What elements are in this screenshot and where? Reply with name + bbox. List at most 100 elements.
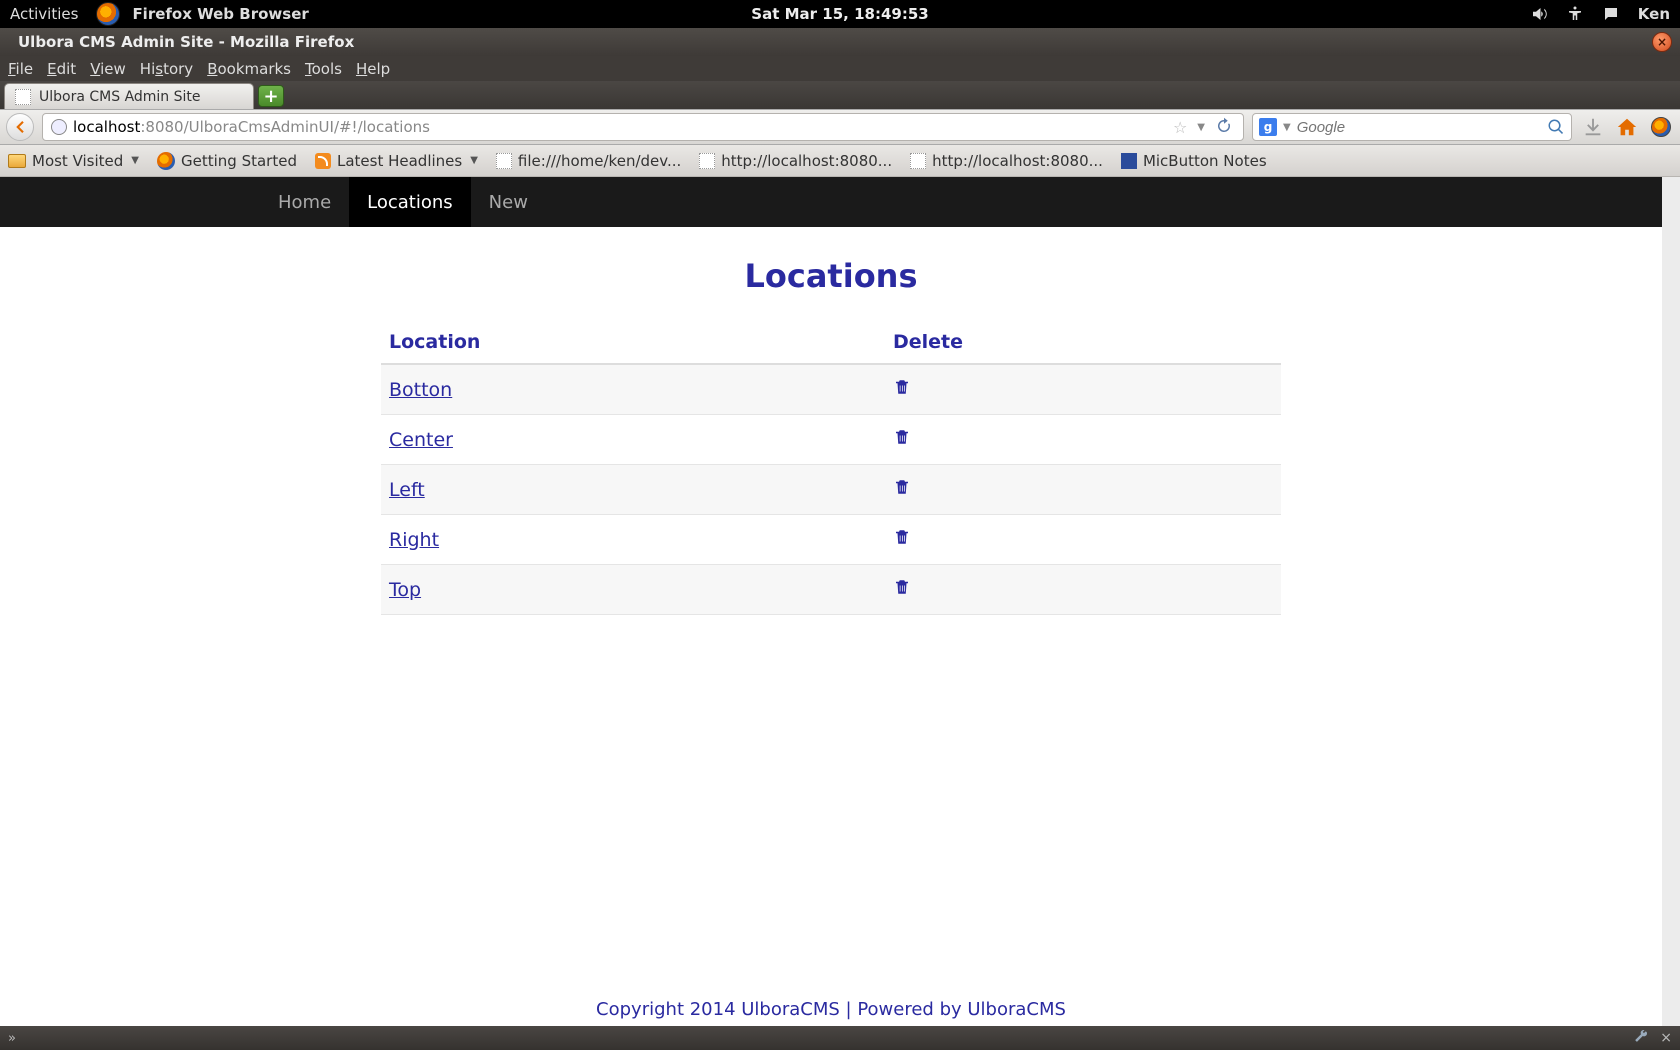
location-link[interactable]: Left xyxy=(389,479,425,501)
clock[interactable]: Sat Mar 15, 18:49:53 xyxy=(751,5,928,23)
url-bar[interactable]: localhost:8080/UlboraCmsAdminUI/#!/locat… xyxy=(42,113,1244,141)
bookmark-file-path[interactable]: file:///home/ken/dev... xyxy=(496,152,681,170)
delete-button[interactable] xyxy=(893,527,911,552)
note-icon xyxy=(1121,153,1137,169)
rss-icon xyxy=(315,153,331,169)
site-nav: Home Locations New xyxy=(0,177,1662,227)
bookmark-getting-started[interactable]: Getting Started xyxy=(157,152,297,170)
scrollbar-thumb[interactable] xyxy=(1666,177,1676,517)
table-row: Right xyxy=(381,515,1281,565)
firefox-app-icon xyxy=(96,2,120,26)
accessibility-icon[interactable] xyxy=(1566,5,1584,23)
page-content: Home Locations New Locations Location De… xyxy=(0,177,1680,1026)
bookmark-label: http://localhost:8080... xyxy=(721,152,892,170)
table-row: Top xyxy=(381,565,1281,615)
trash-icon xyxy=(893,427,911,447)
wrench-icon[interactable] xyxy=(1634,1029,1648,1047)
delete-button[interactable] xyxy=(893,577,911,602)
firefox-icon xyxy=(157,152,175,170)
gnome-top-bar: Activities Firefox Web Browser Sat Mar 1… xyxy=(0,0,1680,28)
bookmark-latest-headlines[interactable]: Latest Headlines ▼ xyxy=(315,152,478,170)
menu-view[interactable]: View xyxy=(90,60,126,78)
table-row: Left xyxy=(381,465,1281,515)
search-bar[interactable]: g ▼ xyxy=(1252,113,1572,141)
volume-icon[interactable] xyxy=(1530,5,1548,23)
folder-icon xyxy=(8,154,26,168)
chevron-down-icon: ▼ xyxy=(470,155,478,166)
firefox-menu-button[interactable] xyxy=(1648,114,1674,140)
col-header-delete: Delete xyxy=(885,321,1281,364)
firefox-menu-bar: File Edit View History Bookmarks Tools H… xyxy=(0,56,1680,81)
tab-bar: Ulbora CMS Admin Site + xyxy=(0,81,1680,109)
delete-button[interactable] xyxy=(893,427,911,452)
bookmark-label: Latest Headlines xyxy=(337,152,462,170)
current-app-label[interactable]: Firefox Web Browser xyxy=(132,5,308,23)
downloads-button[interactable] xyxy=(1580,114,1606,140)
new-tab-button[interactable]: + xyxy=(258,85,284,107)
window-close-button[interactable]: × xyxy=(1652,32,1672,52)
tab-title: Ulbora CMS Admin Site xyxy=(39,89,201,105)
url-text[interactable]: localhost:8080/UlboraCmsAdminUI/#!/locat… xyxy=(73,118,1167,136)
location-link[interactable]: Botton xyxy=(389,379,452,401)
trash-icon xyxy=(893,477,911,497)
trash-icon xyxy=(893,577,911,597)
addon-bar-expand-icon[interactable]: » xyxy=(8,1031,16,1046)
browser-tab[interactable]: Ulbora CMS Admin Site xyxy=(4,83,254,109)
menu-tools[interactable]: Tools xyxy=(305,60,342,78)
table-row: Botton xyxy=(381,364,1281,415)
page-icon xyxy=(496,153,512,169)
page-icon xyxy=(699,153,715,169)
table-row: Center xyxy=(381,415,1281,465)
back-button[interactable] xyxy=(6,113,34,141)
bookmark-localhost-1[interactable]: http://localhost:8080... xyxy=(699,152,892,170)
page-title: Locations xyxy=(0,257,1662,295)
tab-favicon xyxy=(15,89,31,105)
bookmark-micbutton-notes[interactable]: MicButton Notes xyxy=(1121,152,1267,170)
location-link[interactable]: Center xyxy=(389,429,453,451)
site-identity-icon[interactable] xyxy=(51,119,67,135)
menu-edit[interactable]: Edit xyxy=(47,60,76,78)
search-engine-dropdown-icon[interactable]: ▼ xyxy=(1283,122,1291,133)
menu-history[interactable]: History xyxy=(140,60,193,78)
bookmark-localhost-2[interactable]: http://localhost:8080... xyxy=(910,152,1103,170)
trash-icon xyxy=(893,377,911,397)
bookmark-label: Getting Started xyxy=(181,152,297,170)
locations-table: Location Delete Botton Center Left Right Top xyxy=(381,321,1281,615)
delete-button[interactable] xyxy=(893,477,911,502)
home-button[interactable] xyxy=(1614,114,1640,140)
menu-bookmarks[interactable]: Bookmarks xyxy=(207,60,291,78)
navigation-toolbar: localhost:8080/UlboraCmsAdminUI/#!/locat… xyxy=(0,109,1680,145)
bookmark-label: MicButton Notes xyxy=(1143,152,1267,170)
reload-button[interactable] xyxy=(1215,117,1235,137)
nav-locations[interactable]: Locations xyxy=(349,177,471,227)
bookmark-label: Most Visited xyxy=(32,152,123,170)
bookmark-label: http://localhost:8080... xyxy=(932,152,1103,170)
page-icon xyxy=(910,153,926,169)
nav-new[interactable]: New xyxy=(471,177,546,227)
window-title-bar: Ulbora CMS Admin Site - Mozilla Firefox … xyxy=(0,28,1680,56)
activities-button[interactable]: Activities xyxy=(10,5,78,23)
search-engine-icon[interactable]: g xyxy=(1259,118,1277,136)
bookmark-star-icon[interactable]: ☆ xyxy=(1173,118,1187,137)
search-go-button[interactable] xyxy=(1547,118,1565,136)
window-title: Ulbora CMS Admin Site - Mozilla Firefox xyxy=(18,33,354,51)
delete-button[interactable] xyxy=(893,377,911,402)
addon-bar: » × xyxy=(0,1026,1680,1050)
trash-icon xyxy=(893,527,911,547)
bookmarks-toolbar: Most Visited ▼ Getting Started Latest He… xyxy=(0,145,1680,177)
addon-bar-close-icon[interactable]: × xyxy=(1660,1030,1672,1046)
col-header-location: Location xyxy=(381,321,885,364)
chevron-down-icon: ▼ xyxy=(131,155,139,166)
menu-file[interactable]: File xyxy=(8,60,33,78)
user-menu[interactable]: Ken xyxy=(1638,5,1670,23)
page-footer: Copyright 2014 UlboraCMS | Powered by Ul… xyxy=(0,999,1662,1020)
bookmark-most-visited[interactable]: Most Visited ▼ xyxy=(8,152,139,170)
chat-icon[interactable] xyxy=(1602,5,1620,23)
search-input[interactable] xyxy=(1297,119,1541,136)
url-history-dropdown-icon[interactable]: ▼ xyxy=(1193,122,1209,133)
nav-home[interactable]: Home xyxy=(260,177,349,227)
bookmark-label: file:///home/ken/dev... xyxy=(518,152,681,170)
location-link[interactable]: Right xyxy=(389,529,439,551)
location-link[interactable]: Top xyxy=(389,579,421,601)
menu-help[interactable]: Help xyxy=(356,60,390,78)
